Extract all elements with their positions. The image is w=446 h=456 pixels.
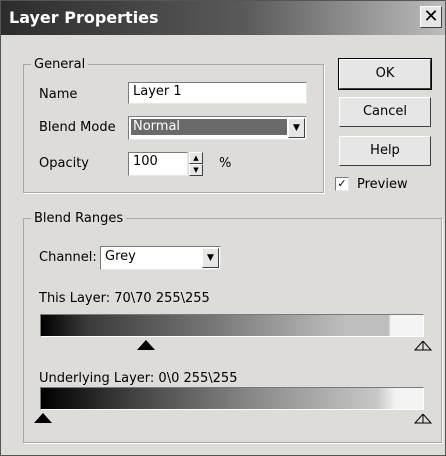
checkmark-icon: ✓ — [337, 177, 347, 190]
close-button[interactable]: ✕ — [420, 6, 442, 28]
layer-properties-dialog: Layer Properties ✕ General Name Layer 1 … — [0, 0, 446, 456]
channel-value: Grey — [105, 249, 136, 264]
this-layer-gradient — [40, 314, 424, 337]
name-label: Name — [39, 87, 78, 102]
underlying-high-slider[interactable] — [413, 413, 433, 424]
cancel-button[interactable]: Cancel — [339, 97, 431, 127]
blend-mode-label: Blend Mode — [39, 120, 116, 135]
chevron-down-icon[interactable]: ▼ — [202, 248, 219, 268]
general-group-label: General — [34, 57, 86, 72]
chevron-down-icon[interactable]: ▼ — [288, 118, 305, 138]
blend-ranges-label: Blend Ranges — [34, 211, 124, 226]
opacity-label: Opacity — [39, 156, 90, 171]
dialog-title: Layer Properties — [9, 8, 159, 27]
opacity-unit: % — [219, 156, 232, 171]
title-bar[interactable]: Layer Properties ✕ — [1, 1, 445, 35]
help-button[interactable]: Help — [339, 136, 431, 166]
underlying-low-slider[interactable] — [34, 413, 52, 423]
underlying-layer-gradient — [40, 387, 424, 410]
this-layer-low-slider[interactable] — [137, 340, 155, 350]
blend-mode-value: Normal — [131, 119, 287, 135]
opacity-input[interactable]: 100 — [128, 152, 188, 176]
spin-down-icon[interactable]: ▼ — [189, 164, 203, 176]
this-layer-high-slider[interactable] — [413, 340, 433, 351]
ok-button[interactable]: OK — [338, 58, 432, 90]
this-layer-label: This Layer: 70\70 255\255 — [39, 291, 210, 306]
blend-mode-select[interactable]: Normal ▼ — [128, 116, 307, 140]
close-icon: ✕ — [423, 6, 439, 27]
spin-up-icon[interactable]: ▲ — [189, 152, 203, 164]
preview-label: Preview — [357, 177, 408, 192]
name-input[interactable]: Layer 1 — [128, 82, 307, 104]
preview-checkbox[interactable]: ✓ — [335, 177, 349, 191]
channel-label: Channel: — [39, 250, 97, 265]
underlying-layer-label: Underlying Layer: 0\0 255\255 — [39, 371, 238, 386]
triangle-outline-icon — [413, 413, 433, 424]
triangle-outline-icon — [413, 340, 433, 351]
channel-select[interactable]: Grey ▼ — [100, 246, 221, 270]
